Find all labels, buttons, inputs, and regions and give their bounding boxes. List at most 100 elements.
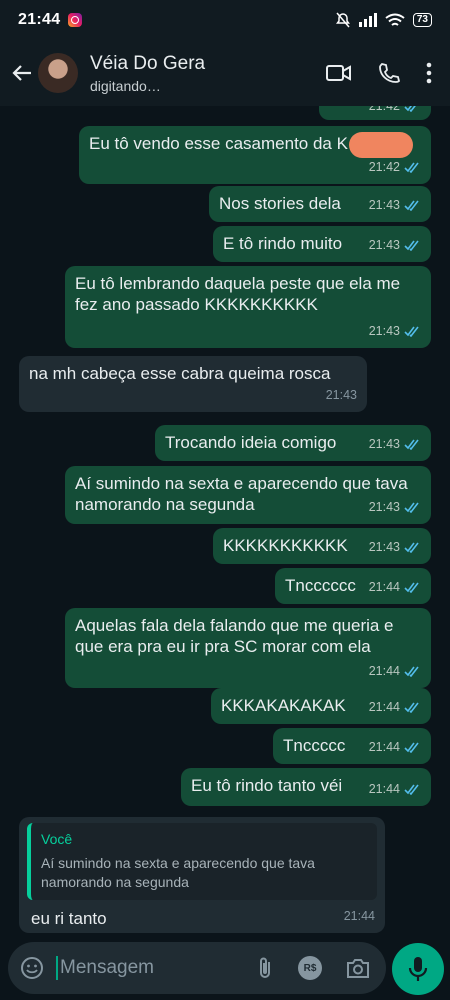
status-icons: 73 <box>335 12 432 28</box>
message-bubble-outgoing[interactable]: Trocando ideia comigo 21:43 <box>155 425 431 461</box>
message-meta: 21:42 <box>369 106 421 117</box>
message-text: Aí sumindo na sexta e aparecendo que tav… <box>75 474 408 514</box>
message-text: Eu tô rindo tanto véi <box>191 776 343 795</box>
message-bubble-outgoing[interactable]: KKKKKKKKKKK 21:43 <box>213 528 431 564</box>
message-bubble-incoming[interactable]: na mh cabeça esse cabra queima rosca 21:… <box>19 356 367 412</box>
message-bubble-outgoing[interactable]: Aí sumindo na sexta e aparecendo que tav… <box>65 466 431 524</box>
message-text: eu ri tanto <box>31 909 107 928</box>
message-text: Tnccccc <box>283 736 346 755</box>
quoted-author: Você <box>41 831 73 847</box>
quoted-message[interactable]: Você Aí sumindo na sexta e aparecendo qu… <box>27 823 377 900</box>
message-meta: 21:44 <box>369 697 421 718</box>
status-bar: 21:44 73 <box>0 0 450 40</box>
message-time: 21:44 <box>368 700 400 714</box>
message-meta: 21:43 <box>369 235 421 256</box>
attach-icon[interactable] <box>256 956 274 980</box>
message-bubble-outgoing[interactable]: Aquelas fala dela falando que me queria … <box>65 608 431 688</box>
message-time: 21:42 <box>368 106 400 113</box>
battery-indicator: 73 <box>412 13 432 27</box>
message-time: 21:44 <box>368 664 400 678</box>
message-text: KKKAKAKAKAK <box>221 696 346 715</box>
microphone-icon <box>408 957 428 981</box>
message-text: KKKKKKKKKKK <box>223 536 348 555</box>
voice-message-button[interactable] <box>392 943 444 995</box>
typing-status: digitando… <box>90 77 161 94</box>
message-time: 21:43 <box>325 388 357 402</box>
contact-name: Véia Do Gera <box>90 52 206 74</box>
double-check-read-icon <box>404 742 419 753</box>
message-input[interactable]: Mensagem <box>60 957 154 979</box>
message-meta: 21:43 <box>369 195 421 216</box>
message-bubble-outgoing[interactable]: Eu tô lembrando daquela peste que ela me… <box>65 266 431 348</box>
double-check-read-icon <box>404 200 419 211</box>
mute-icon <box>335 12 350 28</box>
double-check-read-icon <box>404 326 419 337</box>
message-time: 21:44 <box>343 909 375 923</box>
back-button[interactable] <box>2 62 42 84</box>
message-list[interactable]: vei 21:42 Eu tô vendo esse casamento da … <box>0 106 450 940</box>
message-meta: 21:43 <box>369 497 421 518</box>
message-text: Tncccccc <box>285 576 356 595</box>
message-meta: 21:43 <box>369 321 421 342</box>
double-check-read-icon <box>404 240 419 251</box>
message-meta: 21:44 <box>369 779 421 800</box>
message-bubble-outgoing[interactable]: E tô rindo muito 21:43 <box>213 226 431 262</box>
message-time: 21:43 <box>368 500 400 514</box>
payment-icon[interactable]: R$ <box>298 956 322 980</box>
emoji-icon[interactable] <box>20 956 44 980</box>
more-options-icon[interactable] <box>426 62 432 84</box>
double-check-read-icon <box>404 106 416 112</box>
message-text: E tô rindo muito <box>223 234 343 253</box>
signal-icon <box>358 13 377 27</box>
composer-tools: R$ <box>256 956 370 980</box>
message-meta: 21:44 <box>369 661 421 682</box>
header-actions <box>326 62 432 84</box>
message-text: Eu tô vendo esse casamento da K <box>89 134 348 153</box>
double-check-read-icon <box>404 784 419 795</box>
message-text: Nos stories dela <box>219 194 341 213</box>
message-time: 21:42 <box>368 160 400 174</box>
voice-call-icon[interactable] <box>378 62 400 84</box>
message-meta: 21:44 <box>369 737 421 758</box>
message-bubble-incoming-reply[interactable]: Você Aí sumindo na sexta e aparecendo qu… <box>19 817 385 933</box>
message-meta: 21:44 <box>369 577 421 598</box>
message-bubble-outgoing[interactable]: Tncccccc 21:44 <box>275 568 431 604</box>
message-text: Eu tô lembrando daquela peste que ela me… <box>75 274 401 314</box>
arrow-left-icon <box>12 65 31 81</box>
message-meta: 21:43 <box>326 385 357 406</box>
contact-info[interactable]: Véia Do Gera digitando… <box>90 53 205 94</box>
wifi-icon <box>385 13 405 26</box>
message-text: Trocando ideia comigo <box>165 433 337 452</box>
double-check-read-icon <box>404 542 419 553</box>
message-text: Aquelas fala dela falando que me queria … <box>75 616 394 656</box>
message-time: 21:43 <box>368 198 400 212</box>
instagram-notification-icon <box>68 13 83 27</box>
double-check-read-icon <box>404 666 419 677</box>
message-text: na mh cabeça esse cabra queima rosca <box>29 364 331 383</box>
chat-header: Véia Do Gera digitando… <box>0 40 450 106</box>
video-call-icon[interactable] <box>326 63 352 83</box>
message-bubble-outgoing[interactable]: Nos stories dela 21:43 <box>209 186 431 222</box>
message-meta: 21:43 <box>369 434 421 455</box>
double-check-read-icon <box>404 439 419 450</box>
quoted-text: Aí sumindo na sexta e aparecendo que tav… <box>41 855 315 890</box>
double-check-read-icon <box>404 162 419 173</box>
message-time: 21:43 <box>368 540 400 554</box>
contact-avatar[interactable] <box>38 53 78 93</box>
double-check-read-icon <box>404 502 419 513</box>
message-bubble-outgoing[interactable]: Eu tô vendo esse casamento da K 21:42 <box>79 126 431 184</box>
message-bubble-outgoing[interactable]: Eu tô rindo tanto véi 21:44 <box>181 768 431 806</box>
message-bubble-outgoing[interactable]: KKKAKAKAKAK 21:44 <box>211 688 431 724</box>
status-time: 21:44 <box>18 11 61 28</box>
text-cursor <box>56 956 58 980</box>
redaction-mark <box>349 132 413 158</box>
message-time: 21:44 <box>368 580 400 594</box>
double-check-read-icon <box>404 702 419 713</box>
message-bubble-outgoing[interactable]: Tnccccc 21:44 <box>273 728 431 764</box>
message-composer[interactable]: Mensagem R$ <box>8 942 386 994</box>
message-time: 21:44 <box>368 782 400 796</box>
message-meta: 21:42 <box>369 157 421 178</box>
message-bubble-outgoing[interactable]: vei 21:42 <box>319 106 431 120</box>
message-time: 21:44 <box>368 740 400 754</box>
camera-icon[interactable] <box>346 957 370 979</box>
